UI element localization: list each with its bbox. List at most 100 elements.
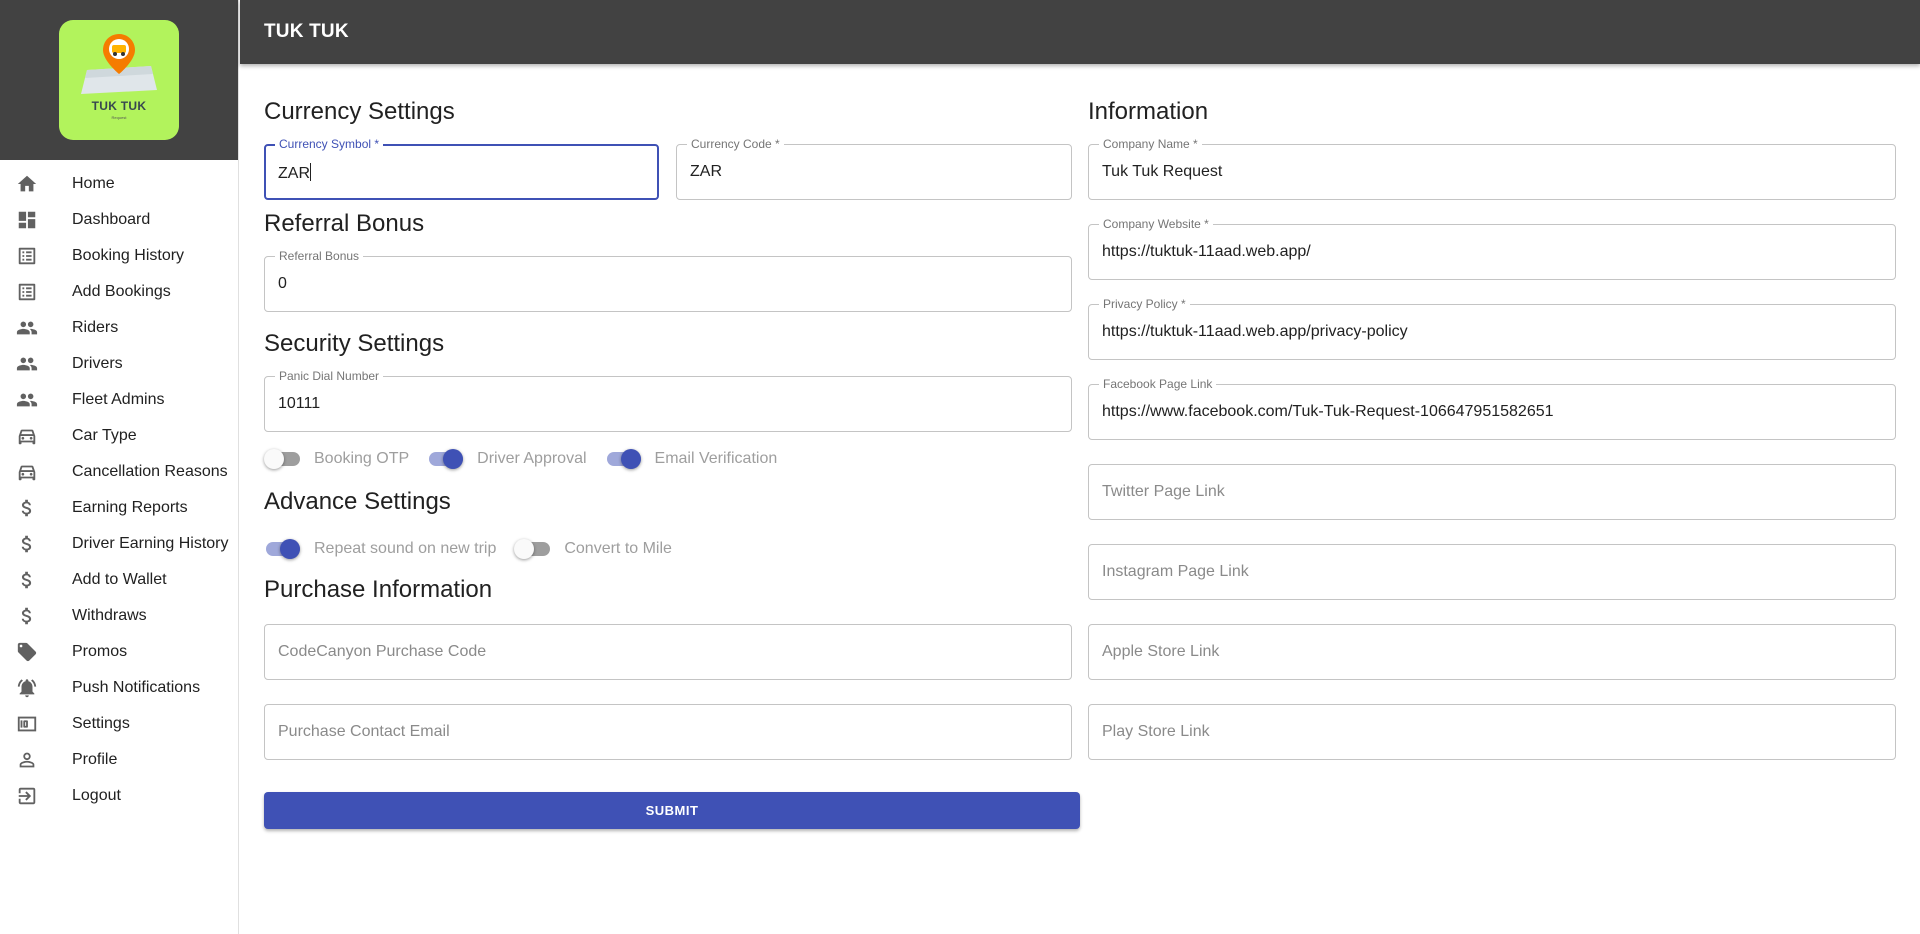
sidebar-item-label: Dashboard bbox=[72, 211, 151, 228]
location-pin-icon bbox=[103, 34, 135, 74]
privacy-policy-value: https://tuktuk-11aad.web.app/privacy-pol… bbox=[1102, 323, 1408, 340]
sidebar-item-fleet-admins[interactable]: Fleet Admins bbox=[0, 382, 238, 418]
sidebar-item-add-bookings[interactable]: Add Bookings bbox=[0, 274, 238, 310]
purchase-email-field[interactable]: Purchase Contact Email bbox=[264, 704, 1072, 760]
logo-text: TUK TUK bbox=[91, 99, 147, 113]
logo-area: TUK TUK Request bbox=[0, 0, 238, 160]
sidebar-item-label: Riders bbox=[72, 319, 119, 336]
play-store-link-placeholder: Play Store Link bbox=[1102, 723, 1210, 740]
facebook-link-field[interactable]: Facebook Page Link https://www.facebook.… bbox=[1088, 377, 1896, 440]
sidebar-item-riders[interactable]: Riders bbox=[0, 310, 238, 346]
panic-dial-number-label: Panic Dial Number bbox=[275, 369, 384, 383]
information-title: Information bbox=[1088, 98, 1209, 125]
sidebar-item-drivers[interactable]: Drivers bbox=[0, 346, 238, 382]
money-icon bbox=[0, 713, 72, 735]
panic-dial-number-field[interactable]: Panic Dial Number 10111 bbox=[264, 369, 1072, 432]
sidebar-item-logout[interactable]: Logout bbox=[0, 778, 238, 814]
privacy-policy-field[interactable]: Privacy Policy * https://tuktuk-11aad.we… bbox=[1088, 297, 1896, 360]
app-bar: TUK TUK bbox=[240, 0, 1920, 64]
sidebar-item-label: Car Type bbox=[72, 427, 137, 444]
currency-symbol-label: Currency Symbol * bbox=[275, 137, 384, 151]
sidebar-item-label: Settings bbox=[72, 715, 130, 732]
referral-bonus-label: Referral Bonus bbox=[275, 249, 364, 263]
repeat-sound-switch[interactable] bbox=[264, 539, 300, 559]
car-icon bbox=[0, 461, 72, 483]
currency-code-value: ZAR bbox=[690, 163, 722, 180]
sidebar-item-label: Add to Wallet bbox=[72, 571, 167, 588]
sidebar-item-dashboard[interactable]: Dashboard bbox=[0, 202, 238, 238]
sidebar-item-promos[interactable]: Promos bbox=[0, 634, 238, 670]
sidebar-item-label: Add Bookings bbox=[72, 283, 171, 300]
sidebar-item-label: Booking History bbox=[72, 247, 185, 264]
logout-icon bbox=[0, 785, 72, 807]
booking-otp-label: Booking OTP bbox=[314, 450, 410, 467]
purchase-code-placeholder: CodeCanyon Purchase Code bbox=[278, 643, 487, 660]
apple-store-link-field[interactable]: Apple Store Link bbox=[1088, 624, 1896, 680]
purchase-information-title: Purchase Information bbox=[264, 576, 493, 603]
people-icon bbox=[0, 389, 72, 411]
settings-form: Currency Settings Currency Symbol * ZAR … bbox=[264, 64, 1896, 934]
sidebar-item-home[interactable]: Home bbox=[0, 166, 238, 202]
sidebar-item-add-to-wallet[interactable]: Add to Wallet bbox=[0, 562, 238, 598]
currency-code-field[interactable]: Currency Code * ZAR bbox=[676, 137, 1072, 200]
sidebar-item-driver-earning-history[interactable]: Driver Earning History bbox=[0, 526, 238, 562]
sidebar-item-booking-history[interactable]: Booking History bbox=[0, 238, 238, 274]
dollar-icon bbox=[0, 569, 72, 591]
sidebar-item-earning-reports[interactable]: Earning Reports bbox=[0, 490, 238, 526]
sidebar-item-label: Home bbox=[72, 175, 115, 192]
list-icon bbox=[0, 245, 72, 267]
list-icon bbox=[0, 281, 72, 303]
sidebar-item-withdraws[interactable]: Withdraws bbox=[0, 598, 238, 634]
facebook-link-label: Facebook Page Link bbox=[1099, 377, 1217, 391]
security-settings-title: Security Settings bbox=[264, 330, 445, 357]
apple-store-link-placeholder: Apple Store Link bbox=[1102, 643, 1220, 660]
person-icon bbox=[0, 749, 72, 771]
purchase-email-placeholder: Purchase Contact Email bbox=[278, 723, 450, 740]
advance-settings-title: Advance Settings bbox=[264, 488, 451, 515]
twitter-link-placeholder: Twitter Page Link bbox=[1102, 483, 1225, 500]
sidebar-item-profile[interactable]: Profile bbox=[0, 742, 238, 778]
play-store-link-field[interactable]: Play Store Link bbox=[1088, 704, 1896, 760]
sidebar-item-push-notifications[interactable]: Push Notifications bbox=[0, 670, 238, 706]
convert-to-mile-switch[interactable] bbox=[514, 539, 551, 559]
sidebar-item-label: Fleet Admins bbox=[72, 391, 165, 408]
referral-bonus-title: Referral Bonus bbox=[264, 210, 425, 237]
submit-button[interactable]: SUBMIT bbox=[264, 792, 1080, 829]
email-verification-switch[interactable] bbox=[605, 449, 641, 469]
company-website-label: Company Website * bbox=[1099, 217, 1213, 231]
sidebar-item-cancellation-reasons[interactable]: Cancellation Reasons bbox=[0, 454, 238, 490]
currency-settings-title: Currency Settings bbox=[264, 98, 455, 125]
sidebar-item-label: Profile bbox=[72, 751, 118, 768]
sidebar-item-settings[interactable]: Settings bbox=[0, 706, 238, 742]
email-verification-label: Email Verification bbox=[654, 450, 778, 467]
sidebar-item-label: Logout bbox=[72, 787, 121, 804]
dashboard-icon bbox=[0, 209, 72, 231]
panic-dial-number-value: 10111 bbox=[278, 395, 321, 412]
company-website-field[interactable]: Company Website * https://tuktuk-11aad.w… bbox=[1088, 217, 1896, 280]
repeat-sound-label: Repeat sound on new trip bbox=[314, 540, 497, 557]
driver-approval-switch[interactable] bbox=[427, 449, 464, 469]
logo-subtext: Request bbox=[111, 115, 127, 120]
sidebar-item-car-type[interactable]: Car Type bbox=[0, 418, 238, 454]
advance-switches: Repeat sound on new trip Convert to Mile bbox=[264, 537, 690, 561]
app-title: TUK TUK bbox=[264, 21, 349, 42]
sidebar-item-label: Withdraws bbox=[72, 607, 147, 624]
company-name-field[interactable]: Company Name * Tuk Tuk Request bbox=[1088, 137, 1896, 200]
privacy-policy-label: Privacy Policy * bbox=[1099, 297, 1190, 311]
company-website-value: https://tuktuk-11aad.web.app/ bbox=[1102, 243, 1311, 260]
purchase-code-field[interactable]: CodeCanyon Purchase Code bbox=[264, 624, 1072, 680]
currency-symbol-field[interactable]: Currency Symbol * ZAR bbox=[264, 137, 659, 200]
driver-approval-label: Driver Approval bbox=[477, 450, 587, 467]
company-name-label: Company Name * bbox=[1099, 137, 1202, 151]
home-icon bbox=[0, 173, 72, 195]
dollar-icon bbox=[0, 497, 72, 519]
twitter-link-field[interactable]: Twitter Page Link bbox=[1088, 464, 1896, 520]
instagram-link-field[interactable]: Instagram Page Link bbox=[1088, 544, 1896, 600]
text-caret bbox=[310, 163, 311, 181]
car-icon bbox=[0, 425, 72, 447]
tag-icon bbox=[0, 641, 72, 663]
dollar-icon bbox=[0, 605, 72, 627]
booking-otp-switch[interactable] bbox=[264, 449, 300, 469]
bell-icon bbox=[0, 677, 72, 699]
referral-bonus-field[interactable]: Referral Bonus 0 bbox=[264, 249, 1072, 312]
